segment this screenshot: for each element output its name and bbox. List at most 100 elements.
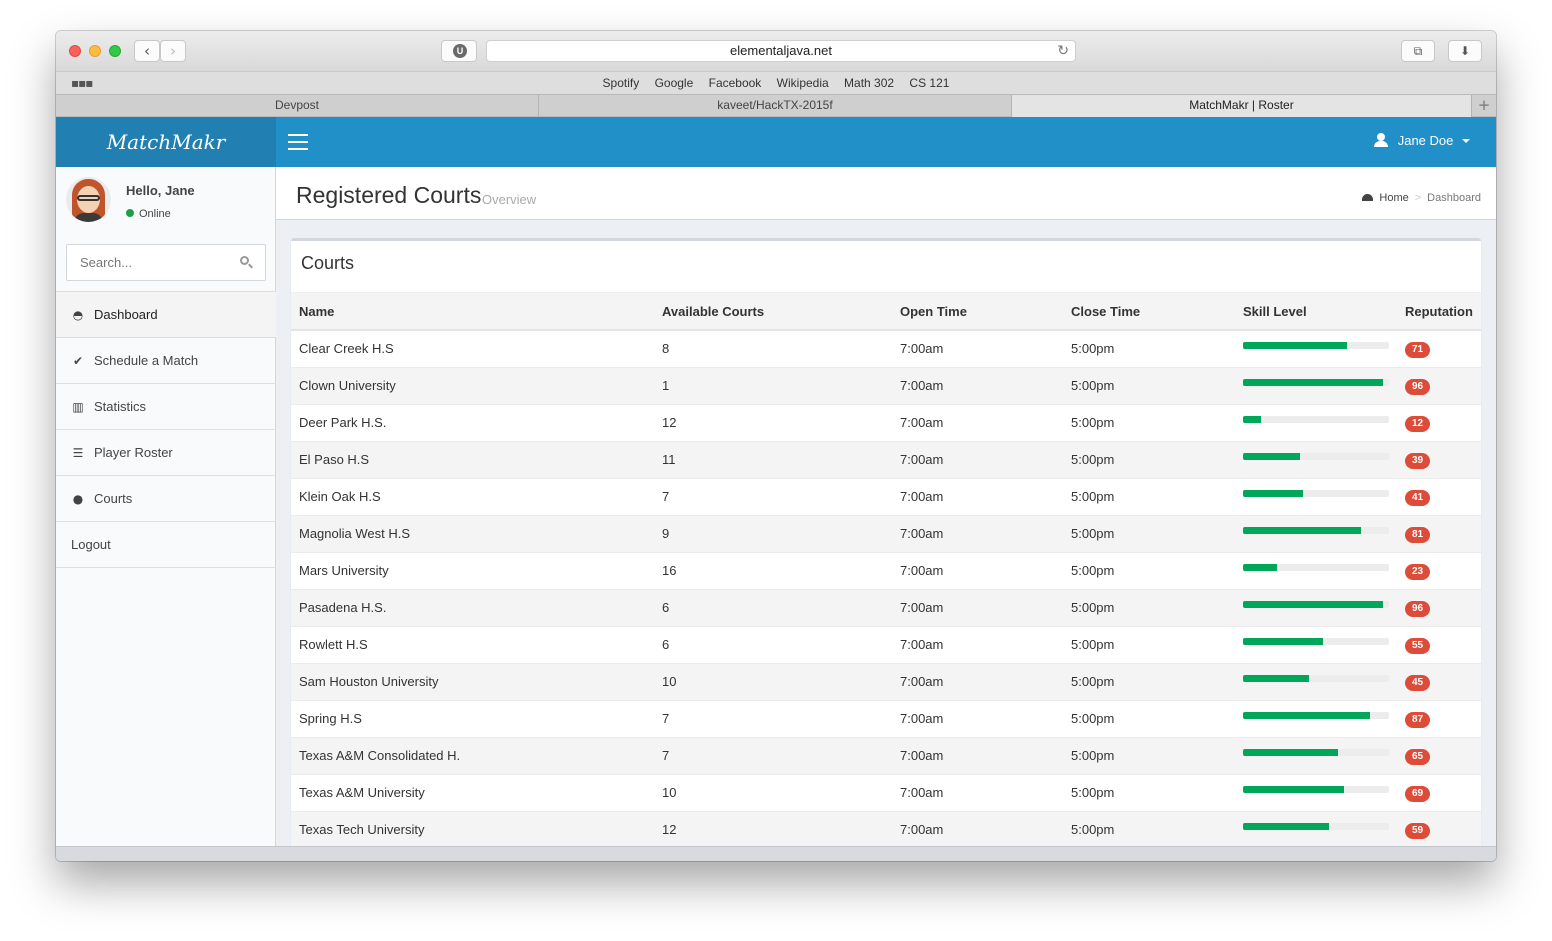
close-time: 5:00pm (1063, 440, 1235, 478)
table-row[interactable]: Mars University 16 7:00am 5:00pm 23 (291, 551, 1481, 589)
sidebar-menu: ◓ Dashboard ✔ Schedule a Match ▥ Statist… (56, 291, 276, 568)
skill-progress-bar (1243, 489, 1389, 497)
search-input[interactable] (67, 245, 232, 280)
open-time: 7:00am (892, 440, 1063, 478)
table-row[interactable]: Texas A&M University 10 7:00am 5:00pm 69 (291, 773, 1481, 811)
table-row[interactable]: Spring H.S 7 7:00am 5:00pm 87 (291, 699, 1481, 737)
skill-level (1235, 477, 1397, 515)
address-bar[interactable]: elementaljava.net ↻ (486, 40, 1076, 62)
reputation-badge: 39 (1405, 452, 1430, 469)
browser-titlebar: ‹ › U elementaljava.net ↻ ⧉ ⬇ (56, 31, 1496, 71)
open-time: 7:00am (892, 699, 1063, 737)
close-window-button[interactable] (69, 45, 81, 57)
open-time: 7:00am (892, 662, 1063, 700)
minimize-window-button[interactable] (89, 45, 101, 57)
downloads-button[interactable]: ⬇ (1448, 40, 1482, 62)
reputation: 59 (1397, 810, 1481, 848)
reputation: 39 (1397, 440, 1481, 478)
skill-progress-bar (1243, 674, 1389, 682)
search-form (66, 244, 266, 281)
table-row[interactable]: Texas A&M Consolidated H. 7 7:00am 5:00pm 65 (291, 736, 1481, 774)
column-header-name[interactable]: Name (291, 293, 654, 331)
bookmark-google[interactable]: Google (655, 76, 694, 90)
close-time: 5:00pm (1063, 773, 1235, 811)
search-icon[interactable] (240, 256, 253, 269)
tab-matchmakr-roster[interactable]: MatchMakr | Roster (1012, 95, 1472, 117)
skill-level (1235, 662, 1397, 700)
skill-progress-bar (1243, 600, 1389, 608)
open-time: 7:00am (892, 329, 1063, 367)
column-header-available-courts[interactable]: Available Courts (654, 293, 892, 331)
user-name: Jane Doe (1397, 133, 1454, 148)
court-name: Pasadena H.S. (291, 588, 654, 626)
sidebar-item-logout[interactable]: Logout (56, 522, 276, 568)
close-time: 5:00pm (1063, 403, 1235, 441)
sidebar-item-dashboard[interactable]: ◓ Dashboard (56, 292, 276, 338)
table-row[interactable]: Magnolia West H.S 9 7:00am 5:00pm 81 (291, 514, 1481, 552)
skill-progress-bar (1243, 563, 1389, 571)
reputation-badge: 71 (1405, 341, 1430, 358)
table-row[interactable]: Rowlett H.S 6 7:00am 5:00pm 55 (291, 625, 1481, 663)
reputation: 69 (1397, 773, 1481, 811)
breadcrumb-home[interactable]: Home (1379, 192, 1408, 204)
sidebar-item-player-roster[interactable]: ☰ Player Roster (56, 430, 276, 476)
back-button[interactable]: ‹ (134, 40, 160, 62)
bookmark-spotify[interactable]: Spotify (603, 76, 640, 90)
reputation: 41 (1397, 477, 1481, 515)
maximize-window-button[interactable] (109, 45, 121, 57)
reload-icon[interactable]: ↻ (1057, 41, 1069, 61)
table-row[interactable]: El Paso H.S 11 7:00am 5:00pm 39 (291, 440, 1481, 478)
reputation: 96 (1397, 588, 1481, 626)
skill-progress-bar (1243, 785, 1389, 793)
extension-button[interactable]: U (441, 40, 477, 62)
skill-progress-fill (1243, 748, 1338, 756)
bookmark-wikipedia[interactable]: Wikipedia (777, 76, 829, 90)
table-row[interactable]: Pasadena H.S. 6 7:00am 5:00pm 96 (291, 588, 1481, 626)
bookmark-math-302[interactable]: Math 302 (844, 76, 894, 90)
sidebar-item-courts[interactable]: ● Courts (56, 476, 276, 522)
browser-tabs: Devpost kaveet/HackTX-2015f MatchMakr | … (56, 94, 1496, 117)
court-name: Texas A&M Consolidated H. (291, 736, 654, 774)
available-courts: 12 (654, 403, 892, 441)
skill-progress-fill (1243, 378, 1384, 386)
open-time: 7:00am (892, 551, 1063, 589)
column-header-open-time[interactable]: Open Time (892, 293, 1063, 331)
table-row[interactable]: Deer Park H.S. 12 7:00am 5:00pm 12 (291, 403, 1481, 441)
skill-progress-fill (1243, 415, 1261, 423)
table-row[interactable]: Clown University 1 7:00am 5:00pm 96 (291, 366, 1481, 404)
show-tabs-button[interactable]: ⧉ (1401, 40, 1435, 62)
table-row[interactable]: Texas Tech University 12 7:00am 5:00pm 59 (291, 810, 1481, 848)
column-header-skill-level[interactable]: Skill Level (1235, 293, 1397, 331)
sidebar-item-statistics[interactable]: ▥ Statistics (56, 384, 276, 430)
bookmark-cs-121[interactable]: CS 121 (909, 76, 949, 90)
table-row[interactable]: Klein Oak H.S 7 7:00am 5:00pm 41 (291, 477, 1481, 515)
chevron-left-icon: ‹ (144, 42, 150, 60)
app-logo[interactable]: MatchMakr (56, 117, 276, 167)
table-row[interactable]: Sam Houston University 10 7:00am 5:00pm 45 (291, 662, 1481, 700)
open-time: 7:00am (892, 477, 1063, 515)
table-row[interactable]: Clear Creek H.S 8 7:00am 5:00pm 71 (291, 329, 1481, 367)
download-icon: ⬇ (1459, 44, 1471, 58)
tab-github[interactable]: kaveet/HackTX-2015f (539, 95, 1012, 117)
page-subtitle: Overview (482, 192, 537, 207)
skill-level (1235, 773, 1397, 811)
sidebar-item-schedule-match[interactable]: ✔ Schedule a Match (56, 338, 276, 384)
open-time: 7:00am (892, 588, 1063, 626)
breadcrumb: Home > Dashboard (1362, 192, 1481, 204)
new-tab-button[interactable]: + (1472, 95, 1496, 117)
bar-chart-icon: ▥ (72, 400, 84, 414)
reputation-badge: 23 (1405, 563, 1430, 580)
bookmark-facebook[interactable]: Facebook (709, 76, 762, 90)
user-menu[interactable]: Jane Doe (1374, 133, 1470, 148)
skill-progress-fill (1243, 341, 1347, 349)
tab-devpost[interactable]: Devpost (56, 95, 539, 117)
column-header-close-time[interactable]: Close Time (1063, 293, 1235, 331)
available-courts: 8 (654, 329, 892, 367)
available-courts: 16 (654, 551, 892, 589)
column-header-reputation[interactable]: Reputation (1397, 293, 1481, 331)
sidebar-toggle-icon[interactable] (288, 134, 308, 150)
forward-button[interactable]: › (160, 40, 186, 62)
reputation-badge: 59 (1405, 822, 1430, 839)
check-icon: ✔ (72, 354, 84, 368)
skill-progress-bar (1243, 748, 1389, 756)
